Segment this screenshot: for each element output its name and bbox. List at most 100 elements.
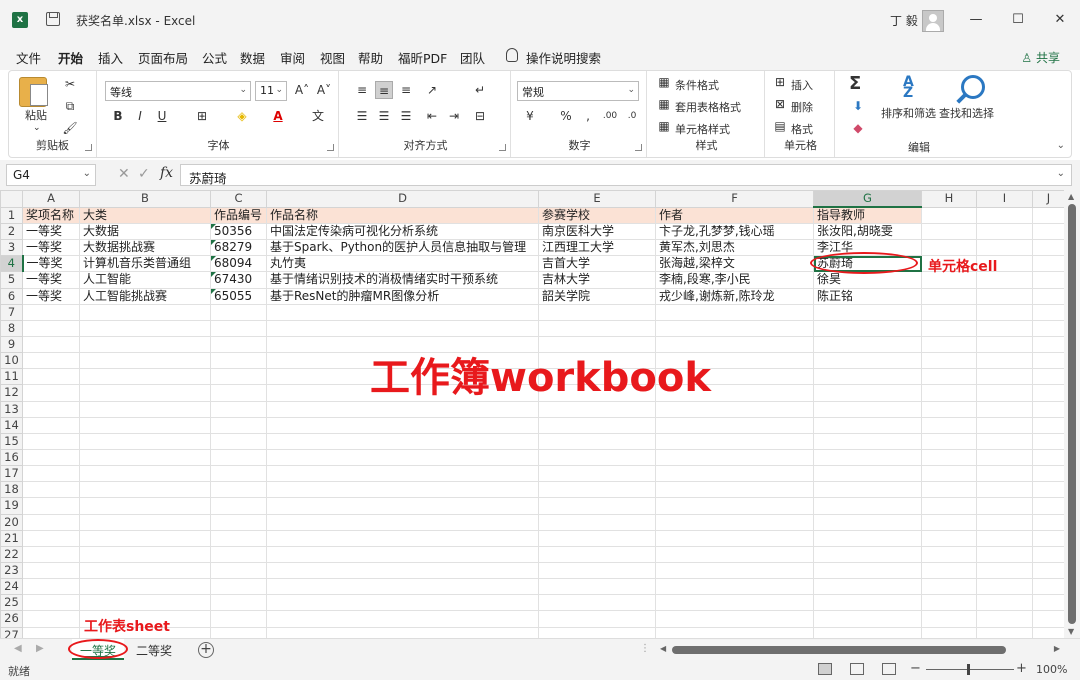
cell-a24[interactable] <box>22 578 80 596</box>
cell-f18[interactable] <box>655 481 814 499</box>
row-header[interactable]: 20 <box>0 513 23 531</box>
column-header-a[interactable]: A <box>22 190 80 208</box>
cell-a19[interactable] <box>22 497 80 515</box>
row-header[interactable]: 18 <box>0 481 23 499</box>
paste-icon[interactable] <box>19 77 48 107</box>
cell-e14[interactable] <box>538 416 656 434</box>
cell-a18[interactable] <box>22 481 80 499</box>
save-icon[interactable] <box>46 12 60 26</box>
cell-d13[interactable] <box>266 400 539 418</box>
cell-h1[interactable] <box>921 206 977 224</box>
cell-f27[interactable] <box>655 626 814 638</box>
cell-h7[interactable] <box>921 303 977 321</box>
cell-b10[interactable] <box>79 352 211 370</box>
cell-h12[interactable] <box>921 384 977 402</box>
cell-b21[interactable] <box>79 529 211 547</box>
cell-i11[interactable] <box>976 368 1033 386</box>
cell-c6[interactable]: 65055 <box>210 287 267 305</box>
column-header-d[interactable]: D <box>266 190 539 208</box>
cell-e15[interactable] <box>538 432 656 450</box>
scroll-up-icon[interactable]: ▲ <box>1068 192 1074 201</box>
cell-h10[interactable] <box>921 352 977 370</box>
cell-f15[interactable] <box>655 432 814 450</box>
zoom-slider[interactable] <box>926 669 1014 670</box>
zoom-out-icon[interactable]: − <box>910 661 921 676</box>
cell-g6[interactable]: 陈正铭 <box>813 287 922 305</box>
cancel-icon[interactable]: ✕ <box>118 166 130 182</box>
cell-a16[interactable] <box>22 448 80 467</box>
cell-h27[interactable] <box>921 626 977 638</box>
column-header-j[interactable]: J <box>1032 190 1065 208</box>
clear-icon[interactable]: ◆ <box>849 119 867 137</box>
cell-i13[interactable] <box>976 400 1033 418</box>
scroll-right-icon[interactable]: ▶ <box>1054 644 1060 653</box>
cell-f25[interactable] <box>655 594 814 612</box>
cell-g13[interactable] <box>813 400 922 418</box>
cell-d2[interactable]: 中国法定传染病可视化分析系统 <box>266 222 539 241</box>
cell-f21[interactable] <box>655 529 814 547</box>
cell-h22[interactable] <box>921 545 977 563</box>
cell-b15[interactable] <box>79 432 211 450</box>
cell-d22[interactable] <box>266 545 539 563</box>
cell-e2[interactable]: 南京医科大学 <box>538 222 656 241</box>
cell-i27[interactable] <box>976 626 1033 638</box>
cell-c24[interactable] <box>210 578 267 596</box>
cell-styles-button[interactable]: 单元格样式 <box>675 121 730 137</box>
cell-e22[interactable] <box>538 545 656 563</box>
cell-a3[interactable]: 一等奖 <box>22 239 80 257</box>
cell-e1[interactable]: 参赛学校 <box>538 206 656 224</box>
user-name[interactable]: 丁 毅 <box>890 12 918 29</box>
horizontal-scroll-thumb[interactable] <box>672 646 1006 654</box>
row-header[interactable]: 11 <box>0 368 23 386</box>
close-button[interactable]: ✕ <box>1052 12 1068 28</box>
increase-decimal-icon[interactable]: .00 <box>601 107 619 125</box>
cell-i7[interactable] <box>976 303 1033 321</box>
cell-j3[interactable] <box>1032 239 1065 257</box>
row-header[interactable]: 24 <box>0 578 23 596</box>
cell-j7[interactable] <box>1032 303 1065 321</box>
cell-a9[interactable] <box>22 335 80 354</box>
vertical-scrollbar[interactable]: ▲ ▼ <box>1064 190 1080 638</box>
cell-f24[interactable] <box>655 578 814 596</box>
cell-j19[interactable] <box>1032 497 1065 515</box>
cell-h11[interactable] <box>921 368 977 386</box>
cell-d5[interactable]: 基于情绪识别技术的消极情绪实时干预系统 <box>266 271 539 289</box>
cell-g26[interactable] <box>813 610 922 628</box>
cell-h20[interactable] <box>921 513 977 531</box>
cell-j23[interactable] <box>1032 561 1065 580</box>
currency-icon[interactable]: ¥ <box>521 107 539 125</box>
cell-f7[interactable] <box>655 303 814 321</box>
cell-j4[interactable] <box>1032 255 1065 273</box>
paste-label[interactable]: 粘贴 <box>25 107 47 123</box>
cell-c22[interactable] <box>210 545 267 563</box>
cell-c13[interactable] <box>210 400 267 418</box>
minimize-button[interactable]: — <box>968 12 984 28</box>
cell-c11[interactable] <box>210 368 267 386</box>
cell-c2[interactable]: 50356 <box>210 222 267 241</box>
cell-i12[interactable] <box>976 384 1033 402</box>
cell-i21[interactable] <box>976 529 1033 547</box>
cell-f1[interactable]: 作者 <box>655 206 814 224</box>
column-header-e[interactable]: E <box>538 190 656 208</box>
number-launcher-icon[interactable] <box>635 144 642 151</box>
menu-view[interactable]: 视图 <box>320 48 345 67</box>
cell-d6[interactable]: 基于ResNet的肿瘤MR图像分析 <box>266 287 539 305</box>
maximize-button[interactable]: ☐ <box>1010 12 1026 28</box>
cell-a6[interactable]: 一等奖 <box>22 287 80 305</box>
cell-g23[interactable] <box>813 561 922 580</box>
avatar[interactable] <box>922 10 944 32</box>
row-header[interactable]: 1 <box>0 206 23 224</box>
cell-a8[interactable] <box>22 319 80 337</box>
cell-h8[interactable] <box>921 319 977 337</box>
cell-j6[interactable] <box>1032 287 1065 305</box>
cell-e8[interactable] <box>538 319 656 337</box>
cell-a10[interactable] <box>22 352 80 370</box>
cell-f2[interactable]: 卞子龙,孔梦梦,钱心瑶 <box>655 222 814 241</box>
find-select-button[interactable]: 查找和选择 <box>939 105 994 121</box>
cell-g1[interactable]: 指导教师 <box>813 206 922 224</box>
cell-b14[interactable] <box>79 416 211 434</box>
menu-team[interactable]: 团队 <box>460 48 485 67</box>
scroll-left-icon[interactable]: ◀ <box>660 644 666 653</box>
cell-j10[interactable] <box>1032 352 1065 370</box>
cell-g22[interactable] <box>813 545 922 563</box>
